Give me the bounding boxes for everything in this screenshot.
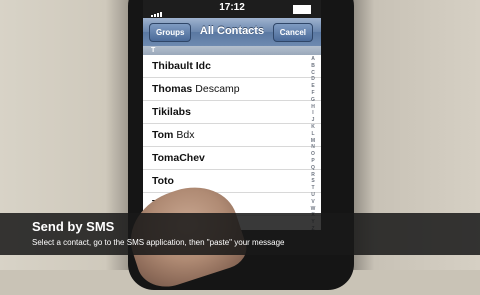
contact-row[interactable]: TomaChev — [143, 147, 321, 170]
navigation-bar: Groups All Contacts Cancel — [143, 18, 321, 47]
contact-row[interactable]: Thibault Idc — [143, 55, 321, 78]
index-letter[interactable]: O — [308, 151, 318, 158]
index-letter[interactable]: C — [308, 70, 318, 77]
contact-row[interactable]: Thomas Descamp — [143, 78, 321, 101]
index-letter[interactable]: K — [308, 124, 318, 131]
index-letter[interactable]: G — [308, 97, 318, 104]
contact-name: Tom — [152, 129, 174, 141]
index-letter[interactable]: R — [308, 172, 318, 179]
index-letter[interactable]: U — [308, 192, 318, 199]
contact-name: TomaChev — [152, 152, 205, 164]
index-letter[interactable]: B — [308, 63, 318, 70]
index-letter[interactable]: P — [308, 158, 318, 165]
contact-name: Tikilabs — [152, 106, 191, 118]
index-letter[interactable]: J — [308, 117, 318, 124]
index-letter[interactable]: F — [308, 90, 318, 97]
contact-name: Thomas — [152, 83, 193, 95]
contact-row[interactable]: Toto — [143, 170, 321, 193]
index-letter[interactable]: W — [308, 206, 318, 213]
caption-title: Send by SMS — [32, 219, 115, 234]
index-letter[interactable]: A — [308, 56, 318, 63]
index-letter[interactable]: Q — [308, 165, 318, 172]
battery-icon — [293, 5, 311, 14]
contact-row[interactable]: Tom Bdx — [143, 124, 321, 147]
index-letter[interactable]: I — [308, 110, 318, 117]
index-letter[interactable]: S — [308, 178, 318, 185]
index-letter[interactable]: M — [308, 138, 318, 145]
index-letter[interactable]: E — [308, 83, 318, 90]
index-letter[interactable]: L — [308, 131, 318, 138]
cancel-button[interactable]: Cancel — [272, 23, 313, 42]
index-letter[interactable]: V — [308, 199, 318, 206]
index-letter[interactable]: N — [308, 144, 318, 151]
contact-surname: Bdx — [176, 129, 195, 141]
status-bar: 17:12 — [143, 0, 321, 28]
index-letter[interactable]: T — [308, 185, 318, 192]
contact-surname: Descamp — [195, 83, 240, 95]
caption-subtitle: Select a contact, go to the SMS applicat… — [32, 238, 285, 247]
section-header: T — [143, 46, 321, 55]
contact-row[interactable]: Tikilabs — [143, 101, 321, 124]
contact-name: Toto — [152, 175, 174, 187]
index-letter[interactable]: H — [308, 104, 318, 111]
alphabet-index-bar[interactable]: ABCDEFGHIJKLMNOPQRSTUVWXYZ# — [308, 56, 318, 230]
index-letter[interactable]: D — [308, 76, 318, 83]
contact-name: Thibault Idc — [152, 60, 211, 72]
